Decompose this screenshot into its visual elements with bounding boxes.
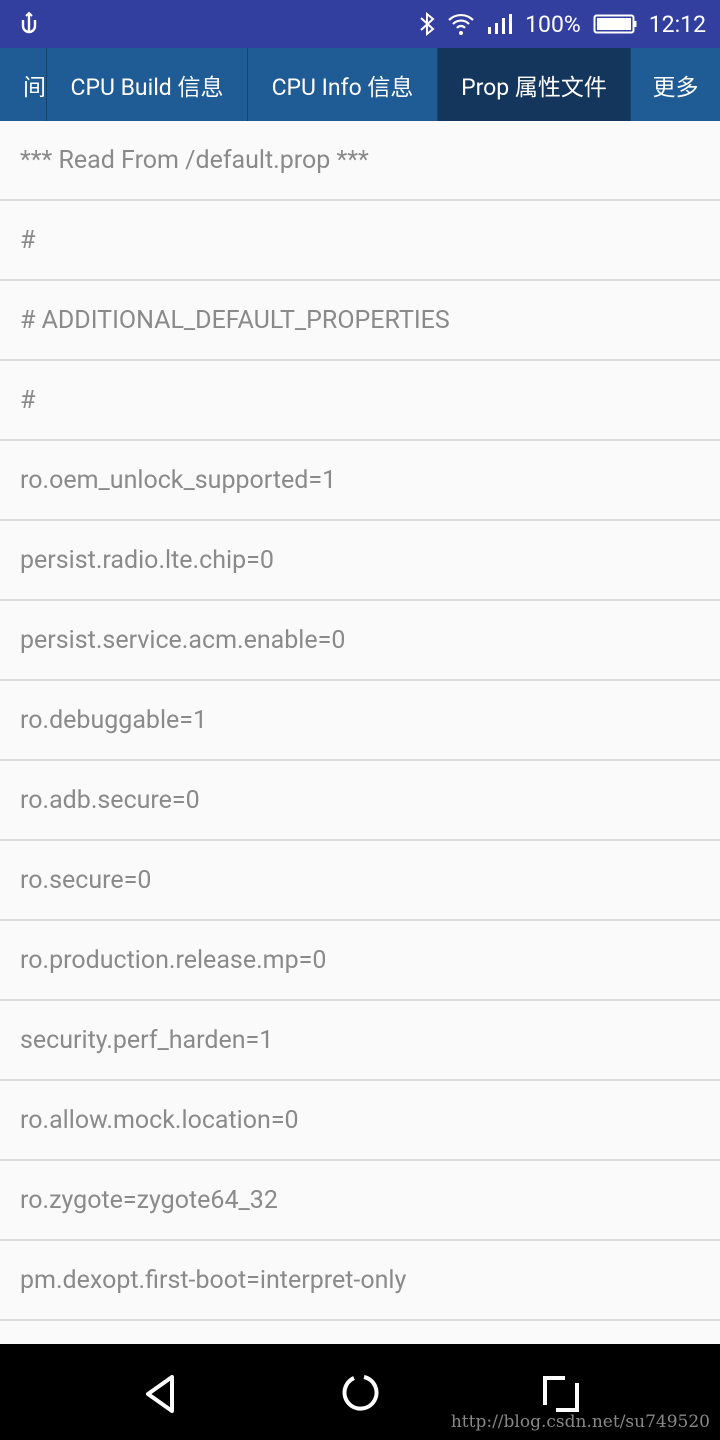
list-item-text: ro.production.release.mp=0 [20,945,327,975]
list-item-text: *** Read From /default.prop *** [20,145,369,175]
clock: 12:12 [648,10,706,38]
tab-more[interactable]: 更多 [631,48,720,121]
list-item-text: ro.adb.secure=0 [20,785,200,815]
list-item-text: # [20,225,36,255]
list-item[interactable]: ro.debuggable=1 [0,681,720,761]
bluetooth-icon [420,11,435,37]
tab-label: 间 [23,73,46,101]
list-item[interactable]: # ADDITIONAL_DEFAULT_PROPERTIES [0,281,720,361]
prop-list[interactable]: *** Read From /default.prop *** # # ADDITI… [0,121,720,1344]
home-icon[interactable] [340,1373,380,1413]
list-item-text: # [20,385,36,415]
list-item-text: ro.secure=0 [20,865,152,895]
list-item-text: # ADDITIONAL_DEFAULT_PROPERTIES [20,305,450,335]
usb-icon [21,11,37,34]
list-item-text: ro.allow.mock.location=0 [20,1105,299,1135]
list-item-text: persist.service.acm.enable=0 [20,625,346,655]
back-icon[interactable] [144,1374,178,1414]
list-item[interactable] [0,1321,720,1344]
battery-percent: 100% [525,10,581,38]
list-item[interactable]: ro.production.release.mp=0 [0,921,720,1001]
watermark: http://blog.csdn.net/su749520 [450,1412,710,1432]
list-item[interactable]: pm.dexopt.first-boot=interpret-only [0,1241,720,1321]
list-item[interactable]: ro.oem_unlock_supported=1 [0,441,720,521]
tab-label: 更多 [652,73,699,101]
status-bar: 100% 12:12 [0,0,720,48]
tab-bar: 间 CPU Build 信息 CPU Info 信息 Prop 属性文件 更多 [0,48,720,121]
recents-icon[interactable] [542,1375,580,1413]
battery-icon [593,14,637,34]
tab-cpu-build[interactable]: CPU Build 信息 [47,48,248,121]
list-item[interactable]: persist.service.acm.enable=0 [0,601,720,681]
list-item-text: security.perf_harden=1 [20,1025,274,1055]
list-item[interactable]: security.perf_harden=1 [0,1001,720,1081]
tab-partial[interactable]: 间 [0,48,47,121]
list-item[interactable]: ro.adb.secure=0 [0,761,720,841]
list-item[interactable]: ro.allow.mock.location=0 [0,1081,720,1161]
list-item[interactable]: # [0,361,720,441]
list-item-text: ro.oem_unlock_supported=1 [20,465,337,495]
wifi-icon [448,13,474,35]
list-item[interactable]: persist.radio.lte.chip=0 [0,521,720,601]
tab-label: CPU Build 信息 [70,73,224,101]
signal-icon [488,14,513,34]
list-item-text: ro.debuggable=1 [20,705,208,735]
tab-label: Prop 属性文件 [461,73,607,101]
list-item-text: ro.zygote=zygote64_32 [20,1185,278,1215]
list-item[interactable]: # [0,201,720,281]
list-item[interactable]: ro.secure=0 [0,841,720,921]
tab-prop[interactable]: Prop 属性文件 [438,48,631,121]
list-item-text: pm.dexopt.first-boot=interpret-only [20,1265,407,1295]
tab-label: CPU Info 信息 [271,73,414,101]
navigation-bar: http://blog.csdn.net/su749520 [0,1344,720,1440]
list-item[interactable]: *** Read From /default.prop *** [0,121,720,201]
tab-cpu-info[interactable]: CPU Info 信息 [248,48,438,121]
list-item[interactable]: ro.zygote=zygote64_32 [0,1161,720,1241]
list-item-text: persist.radio.lte.chip=0 [20,545,274,575]
